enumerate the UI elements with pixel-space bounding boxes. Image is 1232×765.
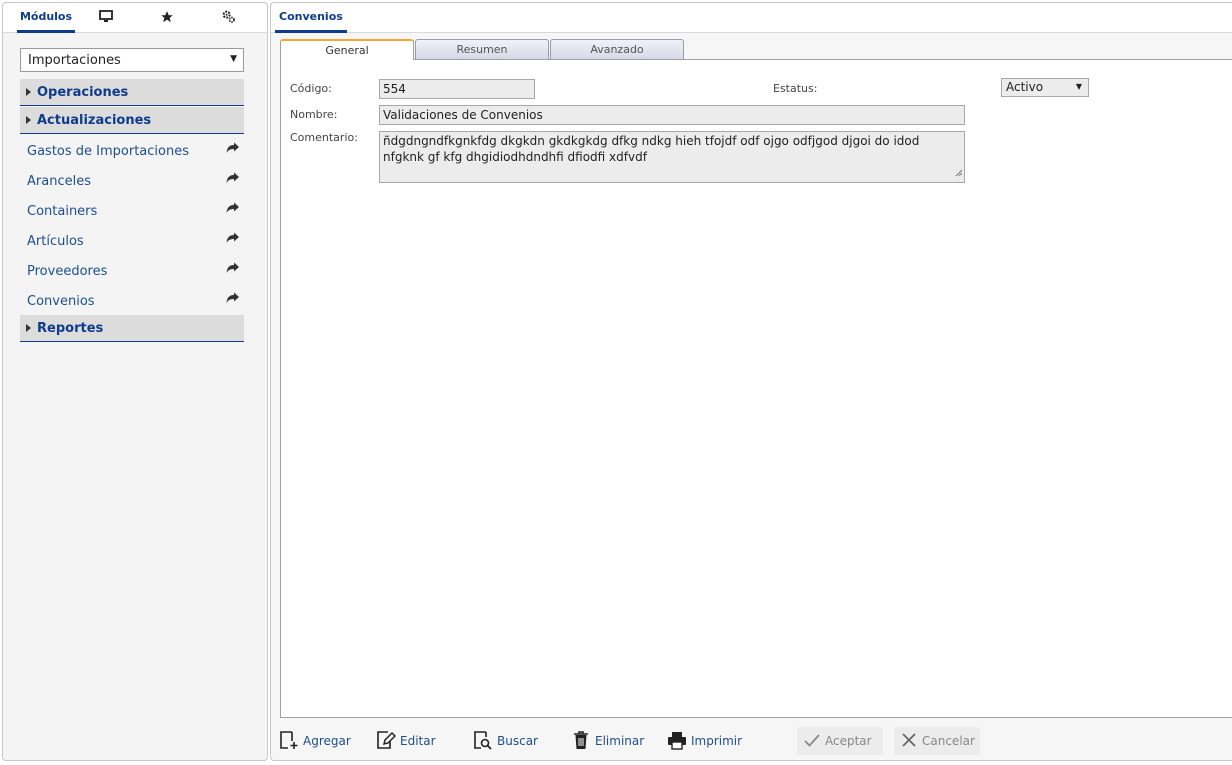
estatus-label: Estatus: <box>773 82 818 95</box>
tab-avanzado[interactable]: Avanzado <box>550 39 684 59</box>
section-actualizaciones[interactable]: Actualizaciones <box>20 107 244 134</box>
nombre-field[interactable]: Validaciones de Convenios <box>379 105 965 125</box>
section-label: Operaciones <box>37 84 129 100</box>
comentario-text: ñdgdngndfkgnkfdg dkgkdn gkdkgkdg dfkg nd… <box>383 134 920 164</box>
editar-label: Editar <box>400 734 436 748</box>
menu-item-convenios[interactable]: Convenios <box>20 286 244 316</box>
menu-item-containers[interactable]: Containers <box>20 196 244 226</box>
trash-icon <box>571 730 595 753</box>
modules-panel: Módulos Importaciones ▼ Operaciones Actu… <box>2 2 268 761</box>
menu-item-label: Artículos <box>27 233 84 249</box>
printer-icon <box>667 730 691 753</box>
tab-general[interactable]: General <box>280 39 414 60</box>
resize-grip-icon[interactable] <box>955 165 963 181</box>
chevron-down-icon: ▼ <box>230 54 237 64</box>
monitor-icon <box>99 10 113 26</box>
modules-panel-tabs: Módulos <box>3 3 267 33</box>
menu-item-aranceles[interactable]: Aranceles <box>20 166 244 196</box>
cancelar-button[interactable]: Cancelar <box>894 727 980 755</box>
tab-modulos[interactable]: Módulos <box>17 3 75 33</box>
buscar-label: Buscar <box>497 734 538 748</box>
search-document-icon <box>473 730 497 753</box>
gears-icon <box>221 9 236 27</box>
buscar-button[interactable]: Buscar <box>473 727 538 755</box>
check-icon <box>803 731 825 752</box>
menu-item-proveedores[interactable]: Proveedores <box>20 256 244 286</box>
eliminar-label: Eliminar <box>595 734 645 748</box>
share-arrow-icon[interactable] <box>226 202 240 218</box>
menu-item-label: Convenios <box>27 293 95 309</box>
module-select-value: Importaciones <box>28 52 121 68</box>
share-arrow-icon[interactable] <box>226 232 240 248</box>
edit-icon <box>376 730 400 753</box>
codigo-field[interactable]: 554 <box>379 79 535 99</box>
section-operaciones[interactable]: Operaciones <box>20 79 244 106</box>
tab-resumen[interactable]: Resumen <box>415 39 549 59</box>
menu-item-label: Aranceles <box>27 173 91 189</box>
comentario-field[interactable]: ñdgdngndfkgnkfdg dkgkdn gkdkgkdg dfkg nd… <box>379 131 965 183</box>
caret-right-icon <box>26 116 31 124</box>
menu-item-gastos[interactable]: Gastos de Importaciones <box>20 136 244 166</box>
cancelar-label: Cancelar <box>922 734 975 748</box>
add-document-icon <box>279 730 303 753</box>
menu-item-label: Proveedores <box>27 263 108 279</box>
menu-item-label: Gastos de Importaciones <box>27 143 189 159</box>
panel-header: Convenios <box>271 3 1232 33</box>
section-reportes[interactable]: Reportes <box>20 315 244 342</box>
agregar-label: Agregar <box>303 734 351 748</box>
imprimir-label: Imprimir <box>691 734 743 748</box>
codigo-label: Código: <box>290 82 332 95</box>
caret-right-icon <box>26 324 31 332</box>
eliminar-button[interactable]: Eliminar <box>571 727 644 755</box>
share-arrow-icon[interactable] <box>226 292 240 308</box>
nombre-label: Nombre: <box>290 108 338 121</box>
panel-title[interactable]: Convenios <box>275 3 347 33</box>
aceptar-label: Aceptar <box>825 734 872 748</box>
tab-settings[interactable] <box>213 3 243 33</box>
convenios-panel: Convenios General Resumen Avanzado Códig… <box>270 2 1232 761</box>
section-label: Reportes <box>37 320 104 336</box>
agregar-button[interactable]: Agregar <box>279 727 351 755</box>
close-icon <box>900 731 922 752</box>
comentario-label: Comentario: <box>290 131 358 144</box>
aceptar-button[interactable]: Aceptar <box>797 727 883 755</box>
share-arrow-icon[interactable] <box>226 142 240 158</box>
share-arrow-icon[interactable] <box>226 262 240 278</box>
chevron-down-icon: ▼ <box>1075 82 1082 91</box>
form-content: Código: 554 Estatus: Activo ▼ Nombre: Va… <box>280 59 1232 718</box>
estatus-select[interactable]: Activo ▼ <box>1001 78 1089 97</box>
section-label: Actualizaciones <box>37 112 152 128</box>
menu-item-label: Containers <box>27 203 98 219</box>
estatus-value: Activo <box>1006 80 1044 94</box>
tab-favorites[interactable] <box>152 3 182 33</box>
module-select[interactable]: Importaciones ▼ <box>20 48 244 72</box>
star-icon <box>160 10 174 27</box>
caret-right-icon <box>26 88 31 96</box>
tab-monitor[interactable] <box>91 3 121 33</box>
imprimir-button[interactable]: Imprimir <box>667 727 742 755</box>
editar-button[interactable]: Editar <box>376 727 436 755</box>
menu-item-articulos[interactable]: Artículos <box>20 226 244 256</box>
share-arrow-icon[interactable] <box>226 172 240 188</box>
